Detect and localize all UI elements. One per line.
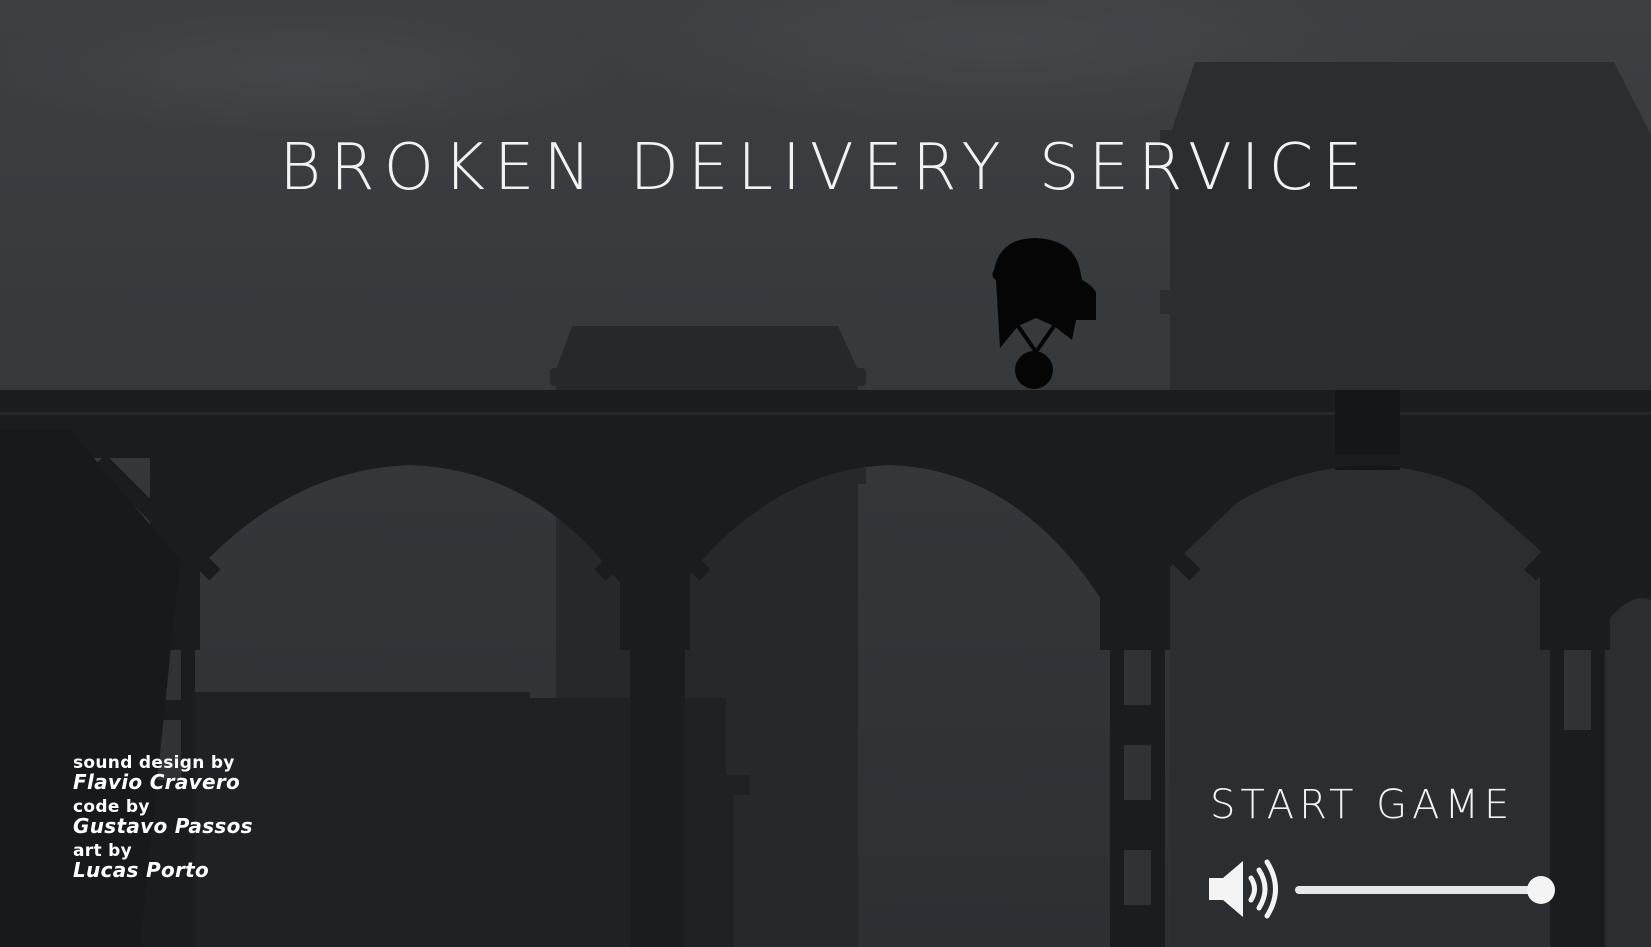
credit-name: Lucas Porto [73,858,210,882]
credit-name: Flavio Cravero [73,770,241,794]
credit-art: art by Lucas Porto [73,842,253,880]
volume-slider-track[interactable] [1295,886,1541,894]
volume-slider[interactable] [1295,876,1557,904]
speaker-volume-icon[interactable] [1205,858,1281,920]
game-title: BROKEN DELIVERY SERVICE [279,131,1372,205]
credit-sound: sound design by Flavio Cravero [73,754,253,792]
credit-code: code by Gustavo Passos [73,798,253,836]
game-scene: BROKEN DELIVERY SERVICE sound design by … [0,0,1651,947]
credit-name: Gustavo Passos [73,814,253,838]
cloud [0,0,620,140]
credits-panel: sound design by Flavio Cravero code by G… [73,754,253,886]
volume-slider-knob[interactable] [1527,876,1555,904]
start-game-button[interactable]: START GAME [1210,780,1560,830]
